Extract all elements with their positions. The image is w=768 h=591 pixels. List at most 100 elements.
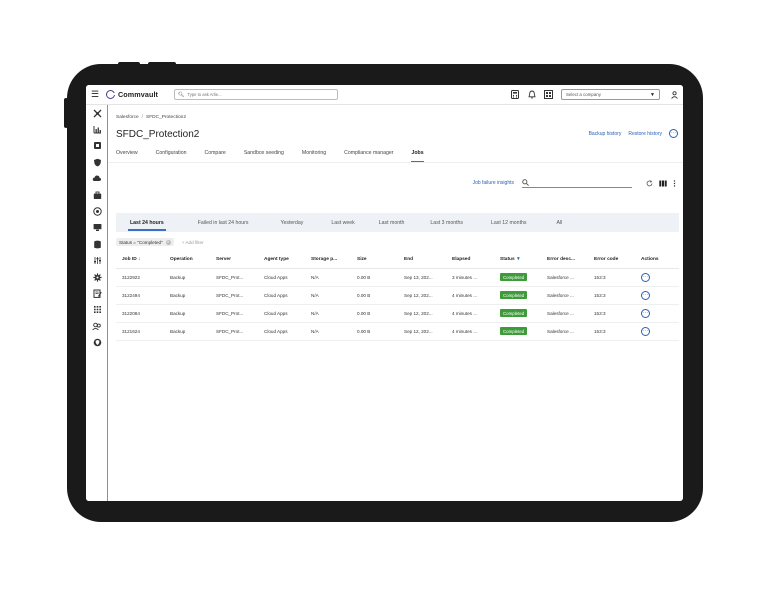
time-tab-last-month[interactable]: Last month (379, 220, 405, 226)
users-icon[interactable] (86, 318, 108, 334)
columns-icon[interactable] (659, 180, 667, 187)
col-job-id[interactable]: Job ID ↓ (116, 251, 164, 269)
tab-compliance-manager[interactable]: Compliance manager (344, 150, 393, 162)
dashboard-chart-icon[interactable] (86, 121, 108, 137)
col-elapsed[interactable]: Elapsed (446, 251, 494, 269)
bell-icon[interactable] (527, 90, 536, 99)
search-input[interactable] (187, 92, 328, 97)
tab-configuration[interactable]: Configuration (156, 150, 187, 162)
filter-funnel-icon[interactable]: ▼ (516, 257, 521, 262)
time-tab-failed-last-24-hours[interactable]: Failed in last 24 hours (198, 220, 249, 226)
monitor-icon[interactable] (86, 220, 108, 236)
briefcase-icon[interactable] (86, 187, 108, 203)
company-select-label: Select a company (566, 92, 601, 97)
global-search[interactable]: 🔍︎ (174, 89, 339, 100)
hamburger-menu-icon[interactable]: ☰ (91, 90, 101, 99)
cell-agent-type: Cloud Apps (258, 286, 305, 305)
tab-jobs[interactable]: Jobs (411, 150, 424, 162)
refresh-icon[interactable] (646, 179, 653, 187)
error-code-link[interactable]: 153:3 (588, 322, 635, 341)
col-error-code[interactable]: Error code (588, 251, 635, 269)
tab-sandbox-seeding[interactable]: Sandbox seeding (244, 150, 284, 162)
time-range-tabs: Last 24 hours Failed in last 24 hours Ye… (116, 213, 679, 232)
col-server[interactable]: Server (210, 251, 258, 269)
caret-down-icon: ▼ (650, 91, 655, 98)
server-link[interactable]: SFDC_Prot... (210, 322, 258, 341)
jobs-table: Job ID ↓ Operation Server Agent type Sto… (116, 251, 679, 341)
backup-history-link[interactable]: Backup history (589, 131, 622, 137)
cell-actions: ··· (635, 268, 679, 287)
time-tab-last-week[interactable]: Last week (331, 220, 354, 226)
row-actions-icon[interactable]: ··· (641, 290, 650, 300)
col-actions: Actions (635, 251, 679, 269)
job-id-link[interactable]: 3122084 (116, 304, 164, 323)
time-tab-last-3-months[interactable]: Last 3 months (430, 220, 463, 226)
user-icon[interactable] (670, 90, 679, 99)
col-operation[interactable]: Operation (164, 251, 210, 269)
job-id-link[interactable]: 3122494 (116, 286, 164, 305)
more-actions-icon[interactable]: ··· (669, 129, 678, 138)
error-code-link[interactable]: 153:3 (588, 268, 635, 287)
apps-panel-icon[interactable] (544, 90, 553, 99)
tab-monitoring[interactable]: Monitoring (302, 150, 326, 162)
col-agent-type[interactable]: Agent type (258, 251, 305, 269)
col-storage-policy[interactable]: Storage p... (305, 251, 351, 269)
header-actions: Backup history Restore history ··· (582, 129, 678, 138)
job-id-link[interactable]: 3122922 (116, 268, 164, 287)
remove-filter-icon[interactable]: ✕ (165, 239, 171, 245)
cell-error-description: Salesforce ... (541, 286, 588, 305)
shield-icon[interactable] (86, 154, 108, 170)
cell-end: Sep 12, 202... (398, 286, 446, 305)
error-code-link[interactable]: 153:3 (588, 304, 635, 323)
row-actions-icon[interactable]: ··· (641, 272, 650, 282)
table-search-input[interactable] (522, 178, 632, 188)
gear-icon[interactable] (86, 269, 108, 285)
time-tab-all[interactable]: All (557, 220, 563, 226)
company-select[interactable]: Select a company ▼ (561, 89, 660, 100)
server-link[interactable]: SFDC_Prot... (210, 268, 258, 287)
job-failure-insights-link[interactable]: Job failure insights (473, 180, 514, 186)
brand-name: Commvault (118, 90, 159, 99)
time-tab-last-12-months[interactable]: Last 12 months (491, 220, 526, 226)
cell-size: 0.00 B (351, 268, 398, 287)
time-tab-yesterday[interactable]: Yesterday (281, 220, 304, 226)
top-bar: ☰ Commvault 🔍︎ Select a company ▼ (86, 85, 683, 105)
add-filter-button[interactable]: + Add filter (182, 240, 204, 245)
time-tab-last-24-hours[interactable]: Last 24 hours (128, 220, 166, 231)
cell-end: Sep 12, 202... (398, 304, 446, 323)
col-size[interactable]: Size (351, 251, 398, 269)
tab-compare[interactable]: Compare (204, 150, 225, 162)
col-status[interactable]: Status ▼ (494, 251, 541, 269)
breadcrumb-root[interactable]: Salesforce (116, 115, 139, 120)
cloud-backup-icon[interactable] (86, 171, 108, 187)
col-end[interactable]: End (398, 251, 446, 269)
server-link[interactable]: SFDC_Prot... (210, 286, 258, 305)
globe-icon[interactable] (86, 203, 108, 219)
col-error-description[interactable]: Error desc... (541, 251, 588, 269)
status-badge: Completed (500, 291, 528, 299)
row-actions-icon[interactable]: ··· (641, 308, 650, 318)
tab-overview[interactable]: Overview (116, 150, 138, 162)
tabs-divider (108, 162, 683, 163)
cell-storage-policy: N/A (305, 286, 351, 305)
protect-shield-box-icon[interactable] (86, 138, 108, 154)
sliders-icon[interactable] (86, 253, 108, 269)
error-code-link[interactable]: 153:3 (588, 286, 635, 305)
database-icon[interactable] (86, 236, 108, 252)
cell-size: 0.00 B (351, 322, 398, 341)
row-actions-icon[interactable]: ··· (641, 326, 650, 336)
job-id-link[interactable]: 3121624 (116, 322, 164, 341)
cell-error-description: Salesforce ... (541, 268, 588, 287)
server-link[interactable]: SFDC_Prot... (210, 304, 258, 323)
globe-shield-icon[interactable] (86, 334, 108, 350)
cell-actions: ··· (635, 322, 679, 341)
calculator-icon[interactable] (510, 90, 519, 99)
apps-grid-icon[interactable] (86, 302, 108, 318)
kebab-menu-icon[interactable] (673, 179, 676, 187)
cell-operation: Backup (164, 304, 210, 323)
report-icon[interactable] (86, 285, 108, 301)
status-filter-chip[interactable]: Status = "Completed" ✕ (116, 238, 174, 246)
cell-operation: Backup (164, 286, 210, 305)
restore-history-link[interactable]: Restore history (628, 131, 662, 137)
tools-icon[interactable] (86, 105, 108, 121)
